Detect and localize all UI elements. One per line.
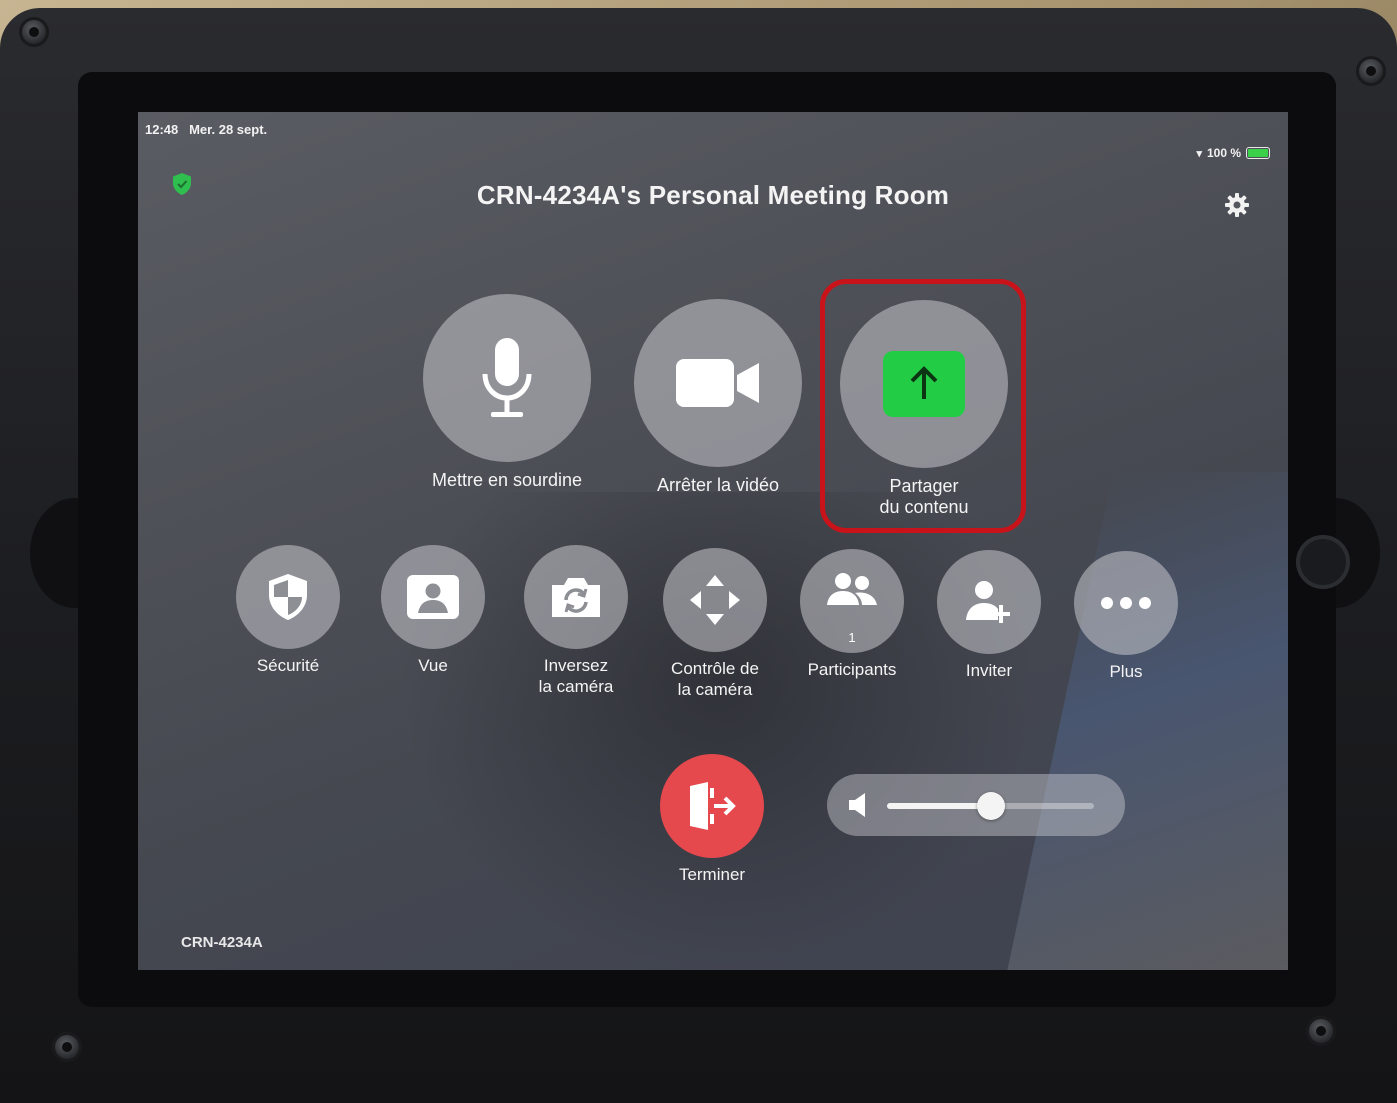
status-bar-time: 12:48 Mer. 28 sept. (145, 122, 267, 137)
exit-door-icon (690, 782, 736, 830)
participants-count: 1 (848, 630, 856, 645)
security-circle[interactable] (236, 545, 340, 649)
screw-icon (1306, 1016, 1336, 1046)
view-button[interactable]: Vue (363, 545, 503, 676)
end-meeting-button[interactable]: Terminer (660, 754, 764, 885)
settings-gear-icon[interactable] (1224, 192, 1250, 218)
mute-circle[interactable] (423, 294, 591, 462)
invite-circle[interactable] (937, 550, 1041, 654)
screw-icon (1356, 56, 1386, 86)
camera-control-label: Contrôle de la caméra (671, 659, 759, 699)
invite-person-icon (966, 581, 1010, 623)
view-person-icon (407, 575, 459, 619)
camera-control-circle[interactable] (663, 548, 767, 652)
view-label: Vue (418, 656, 448, 675)
room-id-label: CRN-4234A (181, 934, 263, 951)
participants-circle[interactable]: 1 (800, 549, 904, 653)
speaker-icon (849, 793, 865, 817)
video-circle[interactable] (634, 299, 802, 467)
date-text: Mer. 28 sept. (189, 122, 268, 137)
share-highlight-box (820, 279, 1026, 533)
zoom-rooms-controller-screen: 12:48 Mer. 28 sept. ▾ 100 % CRN-4234A's … (138, 112, 1288, 970)
stop-video-button[interactable]: Arrêter la vidéo (634, 299, 802, 496)
participants-button[interactable]: 1 Participants (782, 549, 922, 680)
invite-button[interactable]: Inviter (919, 550, 1059, 681)
time-text: 12:48 (145, 122, 179, 137)
invite-label: Inviter (965, 661, 1013, 680)
screw-icon (52, 1032, 82, 1062)
volume-slider[interactable] (827, 774, 1125, 836)
wifi-icon: ▾ (1196, 147, 1202, 160)
video-camera-icon (676, 359, 759, 407)
home-button[interactable] (1296, 535, 1350, 589)
more-label: Plus (1109, 662, 1143, 681)
more-circle[interactable] (1074, 551, 1178, 655)
end-circle[interactable] (660, 754, 764, 858)
more-dots-icon (1101, 597, 1151, 609)
security-label: Sécurité (256, 656, 320, 675)
flip-camera-circle[interactable] (524, 545, 628, 649)
more-button[interactable]: Plus (1056, 551, 1196, 682)
volume-knob[interactable] (976, 792, 1005, 820)
security-shield-icon (269, 574, 307, 620)
window-glare (1002, 472, 1288, 970)
flip-camera-label: Inversez la caméra (538, 656, 614, 696)
battery-icon (1246, 147, 1270, 159)
participants-icon (827, 573, 877, 605)
meeting-title: CRN-4234A's Personal Meeting Room (476, 180, 950, 210)
mute-label: Mettre en sourdine (431, 470, 583, 490)
camera-control-arrows-icon (690, 575, 740, 625)
microphone-icon (482, 338, 532, 417)
end-meeting-label: Terminer (678, 865, 746, 884)
volume-fill (887, 803, 991, 809)
stop-video-label: Arrêter la vidéo (656, 475, 780, 495)
participants-label: Participants (807, 660, 897, 679)
volume-track[interactable] (887, 792, 1094, 820)
camera-control-button[interactable]: Contrôle de la caméra (645, 548, 785, 700)
status-bar-right: ▾ 100 % (1196, 146, 1270, 160)
screw-icon (19, 17, 49, 47)
flip-camera-icon (552, 578, 600, 617)
view-circle[interactable] (381, 545, 485, 649)
flip-camera-button[interactable]: Inversez la caméra (506, 545, 646, 697)
mute-button[interactable]: Mettre en sourdine (423, 294, 591, 491)
security-button[interactable]: Sécurité (218, 545, 358, 676)
battery-percent: 100 % (1206, 146, 1241, 160)
